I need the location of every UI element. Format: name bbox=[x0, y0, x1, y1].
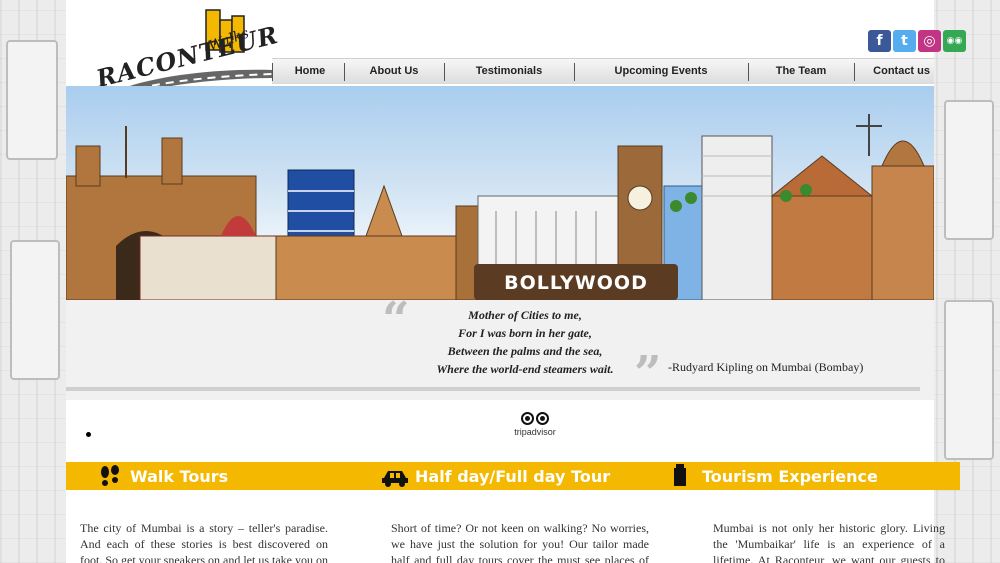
nav-home[interactable]: Home bbox=[276, 59, 344, 85]
bg-building-right bbox=[944, 100, 994, 240]
bg-building-left-2 bbox=[10, 240, 60, 380]
close-quote-icon: ” bbox=[634, 346, 662, 402]
quote-line: Where the world-end steamers wait. bbox=[436, 362, 614, 376]
quote-line: For I was born in her gate, bbox=[458, 326, 592, 340]
facebook-icon[interactable]: f bbox=[868, 30, 891, 52]
quote-line: Between the palms and the sea, bbox=[447, 344, 603, 358]
quote-text: Mother of Cities to me, For I was born i… bbox=[405, 306, 645, 378]
tourism-experience-description: Mumbai is not only her historic glory. L… bbox=[713, 521, 945, 563]
footprints-icon bbox=[101, 465, 119, 486]
bollywood-sign: BOLLYWOOD bbox=[474, 264, 678, 300]
nav-contact-us[interactable]: Contact us bbox=[854, 59, 934, 85]
half-full-day-description: Short of time? Or not keen on walking? N… bbox=[391, 521, 649, 563]
list-bullet bbox=[86, 432, 91, 437]
nav-separator bbox=[272, 63, 273, 81]
tour-walk-tours[interactable]: Walk Tours bbox=[130, 462, 228, 490]
bg-building-left bbox=[6, 40, 58, 160]
tripadvisor-label: tripadvisor bbox=[514, 427, 556, 437]
twitter-icon[interactable]: t bbox=[893, 30, 916, 52]
nav-testimonials[interactable]: Testimonials bbox=[444, 59, 574, 85]
walk-tours-description: The city of Mumbai is a story – teller's… bbox=[80, 521, 328, 563]
tripadvisor-badge[interactable]: tripadvisor bbox=[508, 412, 562, 446]
section-divider bbox=[66, 387, 920, 391]
tour-tourism-experience[interactable]: Tourism Experience bbox=[702, 462, 878, 490]
main-nav: Home About Us Testimonials Upcoming Even… bbox=[272, 58, 934, 84]
cup-icon bbox=[674, 464, 686, 486]
nav-about-us[interactable]: About Us bbox=[344, 59, 444, 85]
quote-line: Mother of Cities to me, bbox=[468, 308, 582, 322]
nav-upcoming-events[interactable]: Upcoming Events bbox=[574, 59, 748, 85]
social-links: f t ◎ ◉◉ bbox=[868, 30, 966, 52]
nav-the-team[interactable]: The Team bbox=[748, 59, 854, 85]
tripadvisor-social-icon[interactable]: ◉◉ bbox=[943, 30, 966, 52]
taxi-icon bbox=[382, 471, 408, 487]
instagram-icon[interactable]: ◎ bbox=[918, 30, 941, 52]
bg-building-right-2 bbox=[944, 300, 994, 460]
tripadvisor-owl-icon bbox=[508, 412, 562, 425]
tour-half-full-day[interactable]: Half day/Full day Tour bbox=[415, 462, 610, 490]
quote-attribution: -Rudyard Kipling on Mumbai (Bombay) bbox=[668, 360, 864, 374]
